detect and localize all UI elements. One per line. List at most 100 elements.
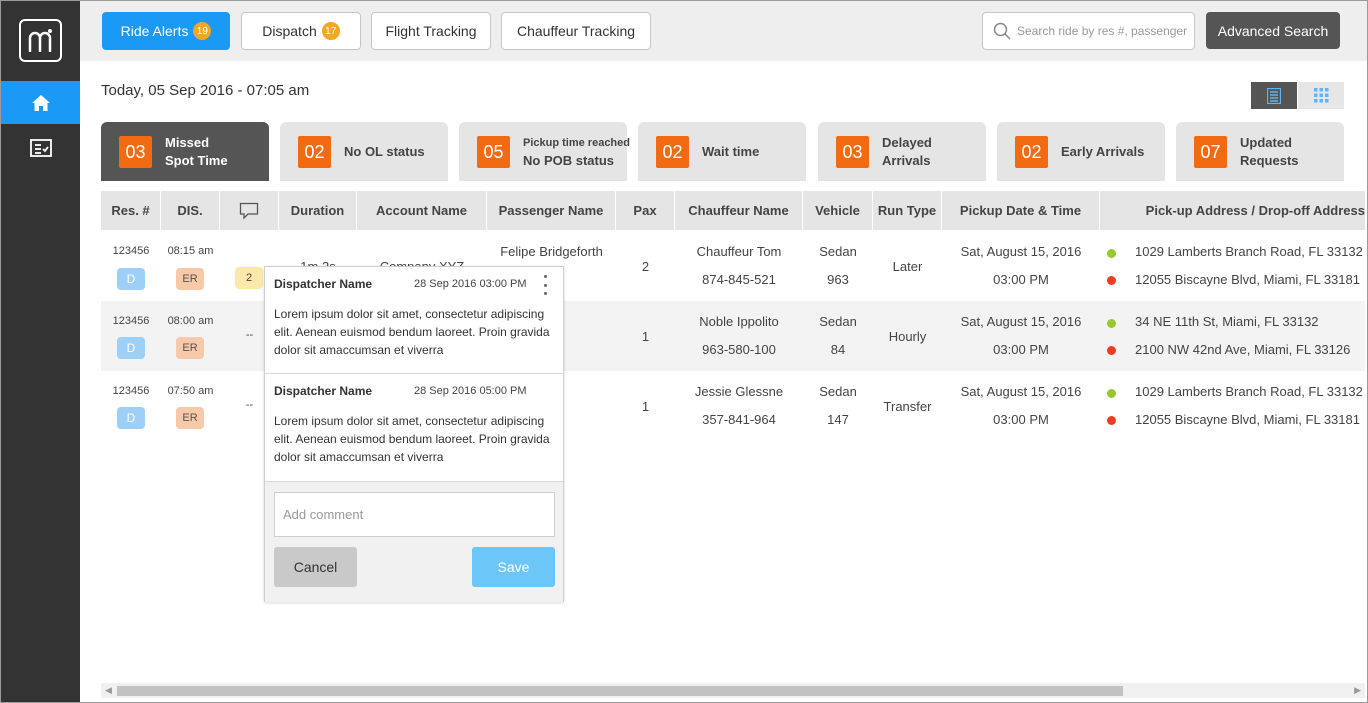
tab-chauffeur-tracking[interactable]: Chauffeur Tracking [501,12,651,50]
column-header-address[interactable]: Pick-up Address / Drop-off Address [1100,191,1365,230]
list-view-icon [1267,87,1281,104]
grid-view-icon [1313,88,1328,103]
chauffeur-phone: 357-841-964 [702,412,776,427]
horizontal-scrollbar[interactable]: ◀ ▶ [101,683,1365,698]
column-header-comments[interactable] [220,191,279,230]
table-header: Res. # DIS. Duration Account Name Passen… [101,191,1365,230]
app-logo[interactable] [19,19,62,62]
tab-flight-tracking[interactable]: Flight Tracking [371,12,491,50]
pickup-dot-icon [1107,249,1116,258]
pickup-dot-icon [1107,389,1116,398]
run-type: Hourly [888,329,927,344]
column-header-chauffeur[interactable]: Chauffeur Name [675,191,803,230]
ride-time: 08:15 am [167,245,214,257]
status-card-updated-requests[interactable]: 07 Updated Requests [1176,122,1344,181]
comment-datetime: 28 Sep 2016 03:00 PM [414,278,527,290]
search-input[interactable] [1017,24,1187,38]
pickup-time: 03:00 PM [993,342,1049,357]
card-count: 02 [1015,136,1048,168]
res-number: 123456 [112,245,150,257]
column-header-pickup[interactable]: Pickup Date & Time [942,191,1100,230]
ride-time: 08:00 am [167,315,214,327]
card-label-line1: No OL status [344,144,425,159]
comment-text: Lorem ipsum dolor sit amet, consectetur … [274,307,550,357]
tab-dispatch[interactable]: Dispatch 17 [241,12,361,50]
dis-badge: ER [176,268,204,290]
save-button[interactable]: Save [472,547,555,587]
tab-label: Flight Tracking [385,23,477,39]
grid-view-toggle[interactable] [1298,82,1344,109]
column-header-run-type[interactable]: Run Type [873,191,942,230]
column-header-duration[interactable]: Duration [279,191,357,230]
scrollbar-thumb[interactable] [117,686,1123,696]
status-card-missed-spot-time[interactable]: 03 Missed Spot Time [101,122,269,181]
dispatch-type-badge: D [117,268,145,290]
status-card-no-ol-status[interactable]: 02 No OL status [280,122,448,181]
card-label-line1: Early Arrivals [1061,144,1145,159]
current-date: Today, 05 Sep 2016 - 07:05 am [101,82,310,99]
status-card-early-arrivals[interactable]: 02 Early Arrivals [997,122,1165,181]
speech-bubble-icon [239,202,259,220]
comment-text: Lorem ipsum dolor sit amet, consectetur … [274,414,550,464]
cancel-button[interactable]: Cancel [274,547,357,587]
pax-count: 1 [641,329,650,344]
top-bar: Ride Alerts 19 Dispatch 17 Flight Tracki… [80,1,1367,61]
dropoff-dot-icon [1107,346,1116,355]
run-type: Later [892,259,923,274]
comment-author: Dispatcher Name [274,384,373,398]
card-label-line2: Requests [1240,153,1299,168]
sidebar-item-tasks[interactable] [1,126,80,169]
run-type: Transfer [883,399,932,414]
dispatch-type-badge: D [117,407,145,429]
card-label: No OL status [344,134,444,170]
card-label: Updated Requests [1240,134,1340,170]
pax-count: 2 [641,259,650,274]
dropoff-dot-icon [1107,276,1116,285]
card-label-line2: Arrivals [882,153,931,168]
chauffeur-name: Noble Ippolito [699,314,779,329]
scroll-left-arrow-icon[interactable]: ◀ [105,685,112,696]
column-header-res[interactable]: Res. # [101,191,161,230]
column-header-passenger[interactable]: Passenger Name [487,191,616,230]
list-view-toggle[interactable] [1251,82,1297,109]
column-header-dis[interactable]: DIS. [161,191,220,230]
dropoff-address: 12055 Biscayne Blvd, Miami, FL 33181 [1135,412,1360,427]
column-header-pax[interactable]: Pax [616,191,675,230]
comments-popup: Dispatcher Name 28 Sep 2016 03:00 PM Lor… [264,266,564,602]
comment-item: Dispatcher Name 28 Sep 2016 05:00 PM Lor… [265,374,563,481]
card-label: Missed Spot Time [165,134,265,170]
scroll-right-arrow-icon[interactable]: ▶ [1354,685,1361,696]
card-label-line1: Missed [165,135,210,150]
comment-count-badge[interactable]: 2 [235,267,263,289]
card-label-line2: Spot Time [165,153,228,168]
card-count: 02 [656,136,689,168]
card-label-line1: Pickup time reached [523,137,630,149]
card-label: Delayed Arrivals [882,134,982,170]
res-number: 123456 [112,315,150,327]
column-header-vehicle[interactable]: Vehicle [803,191,873,230]
column-header-account[interactable]: Account Name [357,191,487,230]
status-card-wait-time[interactable]: 02 Wait time [638,122,806,181]
pax-count: 1 [641,399,650,414]
tab-label: Ride Alerts [120,23,189,39]
status-card-delayed-arrivals[interactable]: 03 Delayed Arrivals [818,122,986,181]
status-card-no-pob-status[interactable]: 05 Pickup time reached No POB status [459,122,630,181]
card-count: 05 [477,136,510,168]
search-box [982,12,1195,50]
card-label: Pickup time reached No POB status [523,134,633,170]
chauffeur-name: Chauffeur Tom [696,244,782,259]
count-badge: 17 [321,22,340,40]
card-label-line1: Delayed [882,135,932,150]
tab-label: Dispatch [262,23,317,39]
card-count: 07 [1194,136,1227,168]
add-comment-input[interactable] [274,492,555,537]
advanced-search-button[interactable]: Advanced Search [1206,12,1340,49]
tab-label: Chauffeur Tracking [516,23,636,39]
card-label-line1: Wait time [702,144,760,159]
tab-ride-alerts[interactable]: Ride Alerts 19 [102,12,230,50]
sidebar-item-home[interactable] [1,81,80,124]
more-options-icon[interactable] [540,275,550,295]
count-badge: 19 [193,22,212,40]
sidebar [1,1,80,702]
pickup-address: 1029 Lamberts Branch Road, FL 33132 [1135,384,1363,399]
